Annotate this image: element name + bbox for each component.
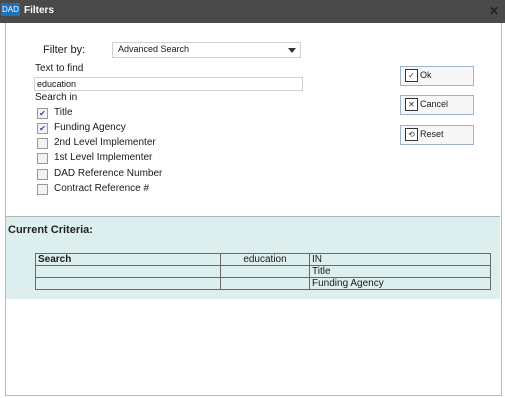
checkbox-1st-level[interactable] — [37, 153, 48, 164]
table-cell: Funding Agency — [309, 277, 491, 290]
filter-by-value: Advanced Search — [118, 44, 190, 54]
title-bar: DAD Filters ✕ — [0, 0, 505, 23]
ok-button[interactable]: ✓ Ok — [400, 66, 474, 86]
checkbox-contract-ref[interactable] — [37, 184, 48, 195]
checkbox-label: 2nd Level Implementer — [54, 137, 156, 148]
filter-by-select[interactable]: Advanced Search — [112, 42, 301, 58]
criteria-table: Search education IN Title Funding Agency — [35, 253, 491, 290]
checkbox-row-dad-ref[interactable]: DAD Reference Number — [37, 168, 162, 180]
cancel-button[interactable]: ✕ Cancel — [400, 95, 474, 115]
reset-button-label: Reset — [420, 129, 444, 139]
text-to-find-label: Text to find — [35, 63, 84, 74]
checkbox-label: 1st Level Implementer — [54, 152, 153, 163]
checkbox-row-contract-ref[interactable]: Contract Reference # — [37, 183, 149, 195]
table-cell — [35, 277, 221, 290]
table-cell: Search — [35, 253, 221, 266]
checkbox-row-2nd-level[interactable]: 2nd Level Implementer — [37, 137, 156, 149]
checkbox-2nd-level[interactable] — [37, 138, 48, 149]
window-title: Filters — [24, 5, 55, 16]
app-logo: DAD — [1, 3, 20, 16]
close-icon[interactable]: ✕ — [489, 4, 499, 18]
checkbox-row-title[interactable]: ✔ Title — [37, 107, 73, 119]
reset-button[interactable]: ⟲ Reset — [400, 125, 474, 145]
ok-button-label: Ok — [420, 70, 432, 80]
checkbox-label: Funding Agency — [54, 122, 126, 133]
table-cell — [220, 265, 310, 278]
table-row: Search education IN — [35, 253, 491, 266]
checkbox-label: Title — [54, 107, 73, 118]
table-cell — [35, 265, 221, 278]
checkbox-funding-agency[interactable]: ✔ — [37, 123, 48, 134]
check-doc-icon: ✓ — [405, 69, 418, 82]
checkbox-title[interactable]: ✔ — [37, 108, 48, 119]
cancel-button-label: Cancel — [420, 99, 449, 109]
table-cell — [220, 277, 310, 290]
checkbox-dad-ref[interactable] — [37, 169, 48, 180]
table-row: Title — [35, 265, 491, 278]
filter-by-label: Filter by: — [43, 44, 86, 56]
checkbox-row-funding-agency[interactable]: ✔ Funding Agency — [37, 122, 126, 134]
current-criteria-panel: Current Criteria: Search education IN Ti… — [6, 216, 500, 299]
table-row: Funding Agency — [35, 277, 491, 290]
current-criteria-label: Current Criteria: — [8, 224, 93, 236]
reset-doc-icon: ⟲ — [405, 128, 418, 141]
search-in-label: Search in — [35, 92, 78, 103]
table-cell: education — [220, 253, 310, 266]
checkbox-label: Contract Reference # — [54, 183, 150, 194]
chevron-down-icon — [288, 48, 296, 53]
text-to-find-input[interactable] — [34, 77, 303, 91]
checkbox-label: DAD Reference Number — [54, 168, 163, 179]
table-cell: IN — [309, 253, 491, 266]
cancel-doc-icon: ✕ — [405, 98, 418, 111]
checkbox-row-1st-level[interactable]: 1st Level Implementer — [37, 152, 152, 164]
table-cell: Title — [309, 265, 491, 278]
